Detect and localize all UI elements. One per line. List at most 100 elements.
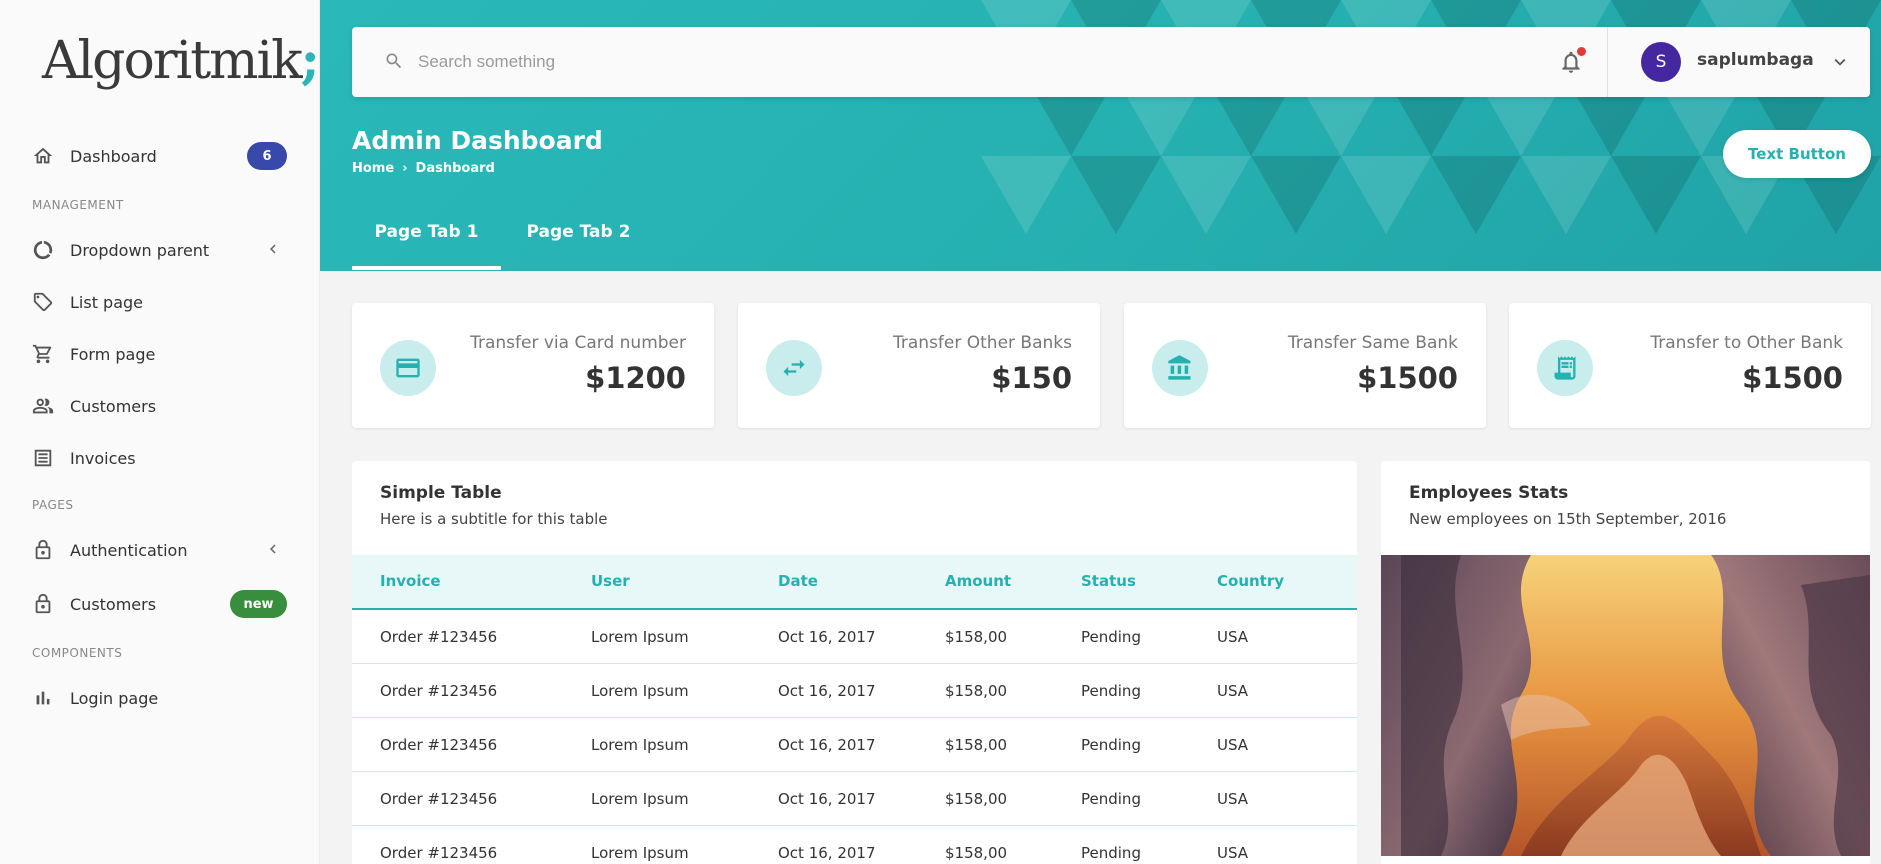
stat-card-card-transfer: Transfer via Card number $1200 (352, 303, 714, 428)
cell-amount: $158,00 (945, 628, 1008, 646)
tab-page-1[interactable]: Page Tab 1 (352, 222, 501, 270)
cell-user: Lorem Ipsum (591, 790, 689, 808)
table-row[interactable]: Order #123456 Lorem Ipsum Oct 16, 2017 $… (352, 718, 1357, 772)
table-row[interactable]: Order #123456 Lorem Ipsum Oct 16, 2017 $… (352, 664, 1357, 718)
cell-amount: $158,00 (945, 682, 1008, 700)
sidebar-item-dashboard[interactable]: Dashboard 6 (0, 136, 320, 176)
people-icon (32, 395, 54, 417)
cell-user: Lorem Ipsum (591, 628, 689, 646)
new-badge: new (230, 590, 287, 618)
cell-invoice: Order #123456 (380, 736, 498, 754)
topbar: S saplumbaga (352, 27, 1870, 97)
sidebar-item-label: Login page (70, 688, 159, 708)
chevron-left-icon (264, 240, 282, 258)
search-input[interactable] (418, 43, 1418, 81)
table-row[interactable]: Order #123456 Lorem Ipsum Oct 16, 2017 $… (352, 826, 1357, 864)
chevron-left-icon (264, 540, 282, 558)
sidebar-item-authentication[interactable]: Authentication (0, 530, 320, 570)
cell-date: Oct 16, 2017 (778, 736, 876, 754)
card-subtitle: Here is a subtitle for this table (380, 510, 608, 528)
simple-table-card: Simple Table Here is a subtitle for this… (352, 461, 1357, 864)
sidebar-item-label: Dashboard (70, 146, 157, 166)
sidebar-item-label: Form page (70, 344, 156, 364)
table-row[interactable]: Order #123456 Lorem Ipsum Oct 16, 2017 $… (352, 610, 1357, 664)
cell-user: Lorem Ipsum (591, 736, 689, 754)
page-title: Admin Dashboard (352, 126, 603, 155)
column-header-date[interactable]: Date (778, 572, 818, 590)
breadcrumb-current: Dashboard (415, 161, 495, 176)
receipt-icon (1537, 340, 1593, 396)
cell-status: Pending (1081, 736, 1141, 754)
section-label-pages: PAGES (32, 498, 74, 512)
sidebar-item-customers[interactable]: Customers (0, 386, 320, 426)
stat-label: Transfer via Card number (470, 333, 686, 353)
table-header: Invoice User Date Amount Status Country (352, 555, 1357, 610)
sidebar-item-list-page[interactable]: List page (0, 282, 320, 322)
sidebar-item-login-page[interactable]: Login page (0, 678, 320, 718)
bank-icon (1152, 340, 1208, 396)
column-header-status[interactable]: Status (1081, 572, 1136, 590)
header-action-button[interactable]: Text Button (1723, 130, 1871, 178)
bar-chart-icon (32, 687, 54, 709)
stat-card-to-other-bank: Transfer to Other Bank $1500 (1509, 303, 1871, 428)
cell-user: Lorem Ipsum (591, 682, 689, 700)
sidebar-item-customers-new[interactable]: Customers new (0, 584, 320, 624)
employees-stats-card: Employees Stats New employees on 15th Se… (1381, 461, 1870, 864)
swap-arrows-icon (766, 340, 822, 396)
sidebar-item-invoices[interactable]: Invoices (0, 438, 320, 478)
cell-date: Oct 16, 2017 (778, 682, 876, 700)
list-icon (32, 447, 54, 469)
lock-icon (32, 593, 54, 615)
cell-date: Oct 16, 2017 (778, 790, 876, 808)
sidebar-item-dropdown-parent[interactable]: Dropdown parent (0, 230, 320, 270)
loading-circle-icon (32, 239, 54, 261)
cell-user: Lorem Ipsum (591, 844, 689, 862)
username[interactable]: saplumbaga (1697, 50, 1814, 70)
table-row[interactable]: Order #123456 Lorem Ipsum Oct 16, 2017 $… (352, 772, 1357, 826)
logo-text: Algoritmik (42, 31, 303, 91)
sidebar-item-form-page[interactable]: Form page (0, 334, 320, 374)
cell-status: Pending (1081, 682, 1141, 700)
chevron-down-icon[interactable] (1829, 51, 1851, 73)
avatar[interactable]: S (1641, 42, 1681, 82)
column-header-amount[interactable]: Amount (945, 572, 1011, 590)
cell-status: Pending (1081, 628, 1141, 646)
stat-value: $1500 (1357, 361, 1458, 395)
section-label-management: MANAGEMENT (32, 198, 124, 212)
sidebar-item-label: Customers (70, 396, 157, 416)
canyon-image (1381, 555, 1870, 856)
column-header-invoice[interactable]: Invoice (380, 572, 441, 590)
cell-country: USA (1217, 682, 1249, 700)
logo-suffix: ; (300, 30, 320, 91)
cell-status: Pending (1081, 790, 1141, 808)
cell-invoice: Order #123456 (380, 628, 498, 646)
cell-date: Oct 16, 2017 (778, 628, 876, 646)
column-header-country[interactable]: Country (1217, 572, 1284, 590)
column-header-user[interactable]: User (591, 572, 630, 590)
stat-label: Transfer Other Banks (893, 333, 1072, 353)
search-icon (384, 51, 404, 71)
sidebar-item-label: Invoices (70, 448, 136, 468)
cell-status: Pending (1081, 844, 1141, 862)
card-title: Employees Stats (1409, 483, 1569, 503)
cell-country: USA (1217, 736, 1249, 754)
lock-icon (32, 539, 54, 561)
notification-bell-icon[interactable] (1558, 47, 1586, 75)
section-label-components: COMPONENTS (32, 646, 123, 660)
dashboard-count-badge: 6 (247, 142, 287, 170)
cell-country: USA (1217, 628, 1249, 646)
home-icon (32, 145, 54, 167)
tab-page-2[interactable]: Page Tab 2 (515, 222, 642, 270)
sidebar-item-label: List page (70, 292, 144, 312)
stat-card-same-bank: Transfer Same Bank $1500 (1124, 303, 1486, 428)
stat-label: Transfer to Other Bank (1650, 333, 1843, 353)
topbar-divider (1607, 27, 1608, 97)
tag-icon (32, 291, 54, 313)
sidebar-item-label: Customers (70, 594, 157, 614)
card-title: Simple Table (380, 483, 502, 503)
breadcrumb-home[interactable]: Home (352, 161, 394, 176)
app-logo[interactable]: Algoritmik; (42, 30, 320, 91)
cell-invoice: Order #123456 (380, 682, 498, 700)
sidebar-item-label: Dropdown parent (70, 240, 210, 260)
breadcrumb: Home › Dashboard (352, 161, 495, 176)
